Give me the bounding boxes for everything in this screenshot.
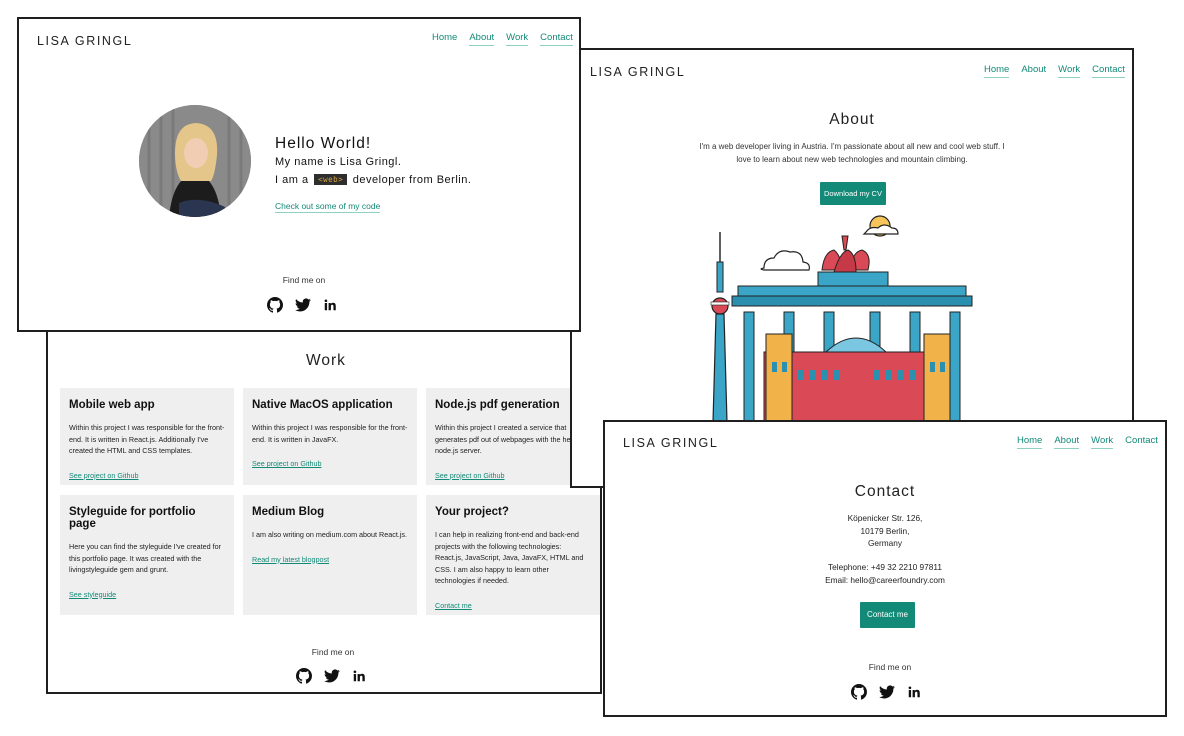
logo[interactable]: LISA GRINGL [623,436,718,450]
project-card-title: Your project? [435,506,509,518]
social-links [296,668,366,684]
project-card-title: Node.js pdf generation [435,399,560,411]
github-icon[interactable] [851,684,867,700]
about-text: I'm a web developer living in Austria. I… [699,142,1005,164]
address-line: Germany [867,538,903,549]
role-line: I am a <web> developer from Berlin. [275,174,471,186]
project-card-text: Within this project I created a service … [435,423,591,455]
about-title: About [829,111,875,128]
berlin-illustration [710,215,973,422]
address: Köpenicker Str. 126, 10179 Berlin, Germa… [785,512,985,550]
nav-about[interactable]: About [1054,435,1080,449]
address-line: Köpenicker Str. 126, [847,513,923,523]
address-line: 10179 Berlin, [860,525,910,536]
find-me-label: Find me on [868,662,912,672]
avatar [139,105,251,217]
github-icon[interactable] [267,297,283,313]
contact-title: Contact [854,483,916,500]
work-title: Work [306,352,346,369]
role-prefix: I am a [275,174,309,186]
twitter-icon[interactable] [295,297,311,313]
project-card-link[interactable]: See project on Github [69,471,139,480]
linkedin-icon[interactable] [352,669,366,683]
project-card-title: Styleguide for portfolio page [69,506,196,530]
nav-work[interactable]: Work [1091,435,1114,449]
nav-about[interactable]: About [469,32,495,46]
project-card-link[interactable]: Contact me [435,601,472,610]
greeting: Hello World! [275,135,372,152]
twitter-icon[interactable] [879,684,895,700]
nav-contact[interactable]: Contact [1092,64,1125,78]
home-window: LISA GRINGL Home About Work Contact Hell… [17,17,581,332]
nav-home[interactable]: Home [984,64,1010,78]
project-card: Styleguide for portfolio page Here you c… [60,495,234,615]
project-card-text: Here you can find the styleguide I've cr… [69,542,221,574]
role-suffix: developer from Berlin. [352,174,472,186]
nav-home[interactable]: Home [432,32,457,46]
work-window: Work Mobile web app Within this project … [46,300,602,694]
contact-window: LISA GRINGL Home About Work Contact Cont… [603,420,1167,717]
social-links [267,297,337,313]
logo[interactable]: LISA GRINGL [37,34,132,48]
project-card: Medium Blog I am also writing on medium.… [243,495,417,615]
telephone: Telephone: +49 32 2210 97811 [827,562,943,572]
github-icon[interactable] [296,668,312,684]
project-card: Native MacOS application Within this pro… [243,388,417,485]
main-nav: Home About Work Contact [1017,435,1158,449]
main-nav: Home About Work Contact [432,32,573,46]
project-card-text: I am also writing on medium.com about Re… [252,530,407,539]
project-card-link[interactable]: See project on Github [252,459,322,468]
project-card-link[interactable]: Read my latest blogpost [252,555,329,564]
code-tag: <web> [314,174,348,185]
project-card-text: Within this project I was responsible fo… [69,423,225,455]
find-me-label: Find me on [282,275,326,285]
project-card-title: Medium Blog [252,506,325,518]
logo[interactable]: LISA GRINGL [590,65,685,79]
code-link[interactable]: Check out some of my code [275,201,381,213]
nav-work[interactable]: Work [1058,64,1081,78]
social-links [851,684,921,700]
linkedin-icon[interactable] [907,685,921,699]
intro-text: My name is Lisa Gringl. [275,156,402,168]
find-me-label: Find me on [311,647,355,657]
nav-contact[interactable]: Contact [540,32,573,46]
nav-work[interactable]: Work [506,32,529,46]
project-card-link[interactable]: See styleguide [69,590,116,599]
project-card-link[interactable]: See project on Github [435,471,505,480]
main-nav: Home About Work Contact [984,64,1125,78]
twitter-icon[interactable] [324,668,340,684]
project-card-text: Within this project I was responsible fo… [252,423,408,444]
project-card-title: Mobile web app [69,399,155,411]
nav-about[interactable]: About [1021,64,1046,78]
contact-me-button[interactable]: Contact me [860,602,915,628]
project-card-text: I can help in realizing front-end and ba… [435,530,584,585]
nav-home[interactable]: Home [1017,435,1043,449]
nav-contact[interactable]: Contact [1125,435,1158,449]
email: Email: hello@careerfoundry.com [825,575,945,585]
project-card: Mobile web app Within this project I was… [60,388,234,485]
project-card-title: Native MacOS application [252,399,393,411]
project-card: Your project? I can help in realizing fr… [426,495,600,615]
linkedin-icon[interactable] [323,298,337,312]
